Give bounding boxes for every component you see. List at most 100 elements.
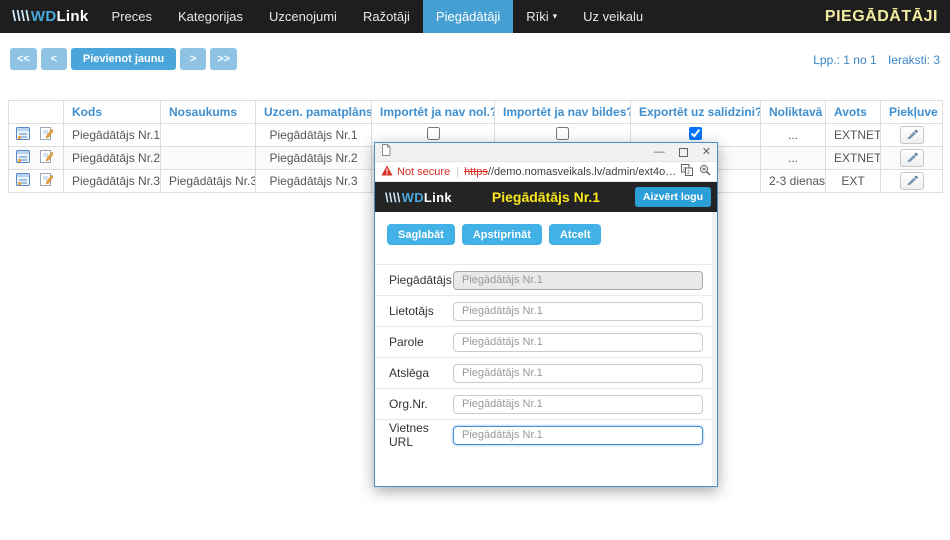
field-label: Parole — [389, 335, 453, 349]
cell-kods: Piegādātājs Nr.3 — [64, 170, 161, 193]
maximize-icon[interactable] — [679, 148, 688, 157]
form-row: Org.Nr. — [375, 388, 717, 419]
nav-item-riki[interactable]: Rīki ▾ — [513, 0, 570, 33]
logo-slashes-icon: \\\\ — [12, 8, 30, 25]
popup-scrollbar[interactable] — [712, 212, 717, 485]
translate-icon[interactable]: az — [681, 164, 693, 179]
field-label: Org.Nr. — [389, 397, 453, 411]
form-row: Piegādātājs — [375, 264, 717, 295]
svg-text:z: z — [687, 170, 690, 176]
nav-item-razotaji[interactable]: Ražotāji — [350, 0, 423, 33]
cell-uzcen: Piegādātājs Nr.3 — [256, 170, 372, 193]
edit-icon[interactable] — [39, 173, 53, 189]
field-label: Piegādātājs — [389, 273, 453, 287]
cancel-button[interactable]: Atcelt — [549, 224, 602, 245]
cell-avots: EXTNET — [826, 147, 881, 170]
page-info: Lpp.: 1 no 1 Ieraksti: 3 — [805, 53, 940, 67]
nav-item-uz-veikalu[interactable]: Uz veikalu — [570, 0, 656, 33]
prev-page-button[interactable]: < — [41, 48, 67, 70]
user-field[interactable] — [453, 302, 703, 321]
col-header-nosaukums: Nosaukums — [161, 101, 256, 124]
add-new-button[interactable]: Pievienot jaunu — [71, 48, 176, 70]
access-pencil-icon — [906, 173, 918, 185]
cell-noliktava: ... — [761, 124, 826, 147]
chevron-down-icon: ▾ — [553, 11, 558, 22]
page-title: PIEGĀDĀTĀJI — [825, 0, 938, 33]
key-field[interactable] — [453, 364, 703, 383]
confirm-button[interactable]: Apstiprināt — [462, 224, 542, 245]
col-header-imp-bildes: Importēt ja nav bildes? — [495, 101, 631, 124]
logo-slashes-icon: \\\\ — [385, 190, 401, 205]
cell-kods: Piegādātājs Nr.2 — [64, 147, 161, 170]
pager-toolbar: << < Pievienot jaunu > >> — [10, 48, 237, 70]
url-text: //demo.nomasveikals.lv/admin/ext4oc/myEd… — [488, 166, 678, 178]
form-row: Vietnes URL — [375, 419, 717, 450]
col-header-uzcen: Uzcen. pamatplāns — [256, 101, 372, 124]
import-nol-checkbox[interactable] — [427, 127, 440, 140]
col-header-imp-nol: Importēt ja nav nol.? — [372, 101, 495, 124]
access-button[interactable] — [900, 172, 924, 190]
url-scheme: https — [464, 166, 488, 178]
field-label: Lietotājs — [389, 304, 453, 318]
export-checkbox[interactable] — [689, 127, 702, 140]
address-bar[interactable]: Not secure | https //demo.nomasveikals.l… — [375, 162, 717, 182]
access-pencil-icon — [906, 150, 918, 162]
edit-popup-window: — ✕ Not secure | https //demo.nomasveika… — [374, 142, 718, 487]
edit-icon[interactable] — [39, 150, 53, 166]
password-field[interactable] — [453, 333, 703, 352]
view-details-icon[interactable] — [16, 173, 30, 189]
col-header-noliktava: Noliktavā — [761, 101, 826, 124]
top-navbar: \\\\WDLink Preces Kategorijas Uzcenojumi… — [0, 0, 950, 33]
supplier-form: Piegādātājs Lietotājs Parole Atslēga Org… — [375, 264, 717, 450]
view-details-icon[interactable] — [16, 150, 30, 166]
not-secure-label: Not secure — [397, 166, 450, 178]
import-bildes-checkbox[interactable] — [556, 127, 569, 140]
nav-item-kategorijas[interactable]: Kategorijas — [165, 0, 256, 33]
nav-item-piegadataji[interactable]: Piegādātāji — [423, 0, 513, 33]
org-nr-field[interactable] — [453, 395, 703, 414]
cell-avots: EXT — [826, 170, 881, 193]
site-url-field[interactable] — [453, 426, 703, 445]
save-button[interactable]: Saglabāt — [387, 224, 455, 245]
close-icon[interactable]: ✕ — [702, 147, 711, 157]
supplier-field — [453, 271, 703, 290]
cell-noliktava: ... — [761, 147, 826, 170]
popup-logo: \\\\WDLink — [381, 190, 456, 205]
cell-kods: Piegādātājs Nr.1 — [64, 124, 161, 147]
col-header-export: Exportēt uz salidzini? — [631, 101, 761, 124]
last-page-button[interactable]: >> — [210, 48, 237, 70]
page-counter: Lpp.: 1 no 1 — [813, 53, 876, 67]
popup-body: Saglabāt Apstiprināt Atcelt Piegādātājs … — [375, 212, 717, 485]
field-label: Atslēga — [389, 366, 453, 380]
access-button[interactable] — [900, 149, 924, 167]
col-header-avots: Avots — [826, 101, 881, 124]
cell-nosaukums — [161, 124, 256, 147]
cell-uzcen: Piegādātājs Nr.1 — [256, 124, 372, 147]
col-header-piekluve: Piekļuve — [881, 101, 943, 124]
col-header-kods: Kods — [64, 101, 161, 124]
document-icon — [381, 143, 391, 161]
next-page-button[interactable]: > — [180, 48, 206, 70]
table-header-row: Kods Nosaukums Uzcen. pamatplāns Importē… — [9, 101, 943, 124]
popup-titlebar[interactable]: — ✕ — [375, 143, 717, 162]
cell-nosaukums — [161, 147, 256, 170]
view-details-icon[interactable] — [16, 127, 30, 143]
minimize-icon[interactable]: — — [654, 147, 665, 157]
access-button[interactable] — [900, 126, 924, 144]
first-page-button[interactable]: << — [10, 48, 37, 70]
cell-noliktava: 2-3 dienas — [761, 170, 826, 193]
form-row: Atslēga — [375, 357, 717, 388]
edit-icon[interactable] — [39, 127, 53, 143]
form-row: Parole — [375, 326, 717, 357]
close-window-button[interactable]: Aizvērt logu — [635, 187, 711, 207]
nav-item-preces[interactable]: Preces — [99, 0, 165, 33]
app-logo[interactable]: \\\\WDLink — [0, 0, 99, 33]
cell-uzcen: Piegādātājs Nr.2 — [256, 147, 372, 170]
records-counter: Ieraksti: 3 — [888, 53, 940, 67]
nav-item-uzcenojumi[interactable]: Uzcenojumi — [256, 0, 350, 33]
cell-nosaukums: Piegādātājs Nr.3 — [161, 170, 256, 193]
popup-header: \\\\WDLink Piegādātājs Nr.1 Aizvērt logu — [375, 182, 717, 212]
field-label: Vietnes URL — [389, 421, 453, 449]
zoom-icon[interactable] — [699, 164, 711, 179]
warning-icon — [381, 165, 393, 179]
